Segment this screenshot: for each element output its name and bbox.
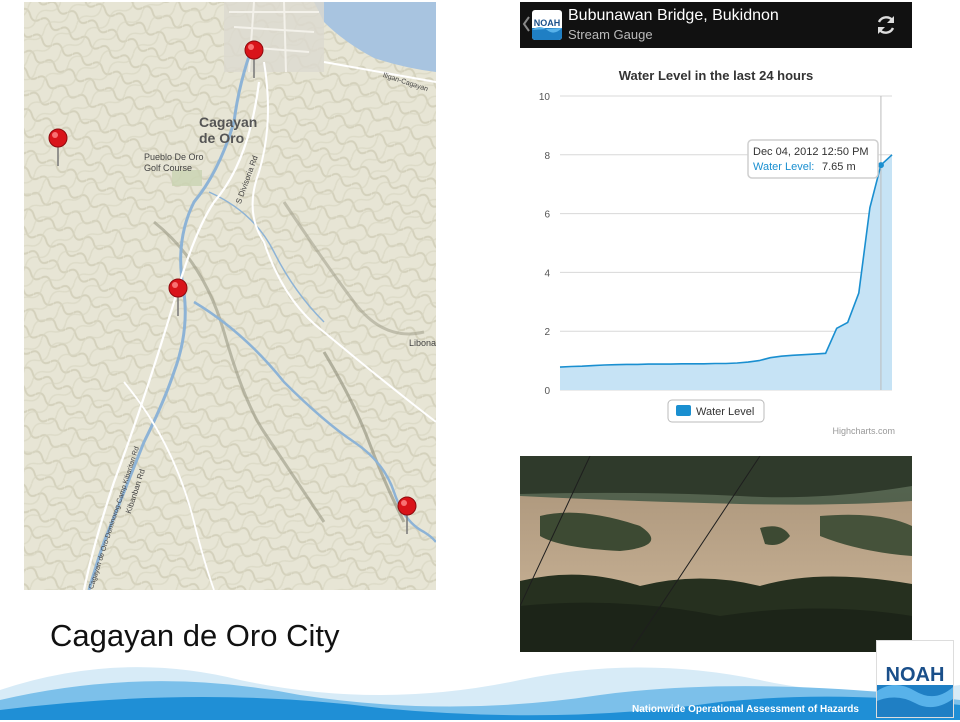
y-axis-ticks: 0 2 4 6 8 10	[539, 92, 551, 397]
y-tick-label: 8	[544, 151, 550, 162]
y-tick-label: 6	[544, 210, 550, 221]
city-label-line2: de Oro	[199, 130, 245, 146]
footer-tagline: Nationwide Operational Assessment of Haz…	[632, 704, 859, 715]
city-label-line1: Cagayan	[199, 114, 258, 130]
golf-label-line2: Golf Course	[144, 163, 193, 173]
tooltip-label: Water Level:	[753, 161, 814, 173]
noah-app-logo: NOAH	[532, 10, 562, 40]
tooltip-date: Dec 04, 2012 12:50 PM	[753, 146, 869, 158]
map-pin-icon[interactable]	[244, 40, 264, 78]
city-label: Cagayan de Oro	[199, 114, 257, 146]
y-tick-label: 2	[544, 327, 550, 338]
map-pin-icon[interactable]	[48, 128, 68, 166]
map-pin-icon[interactable]	[168, 278, 188, 316]
y-tick-label: 10	[539, 92, 551, 103]
chart-title: Water Level in the last 24 hours	[618, 68, 814, 83]
hover-point-marker	[877, 162, 884, 169]
golf-course-label: Pueblo De Oro Golf Course	[144, 152, 204, 174]
station-title: Bubunawan Bridge, Bukidnon	[568, 7, 779, 24]
legend-label: Water Level	[696, 406, 754, 418]
terrain-map	[24, 2, 436, 590]
chevron-left-icon[interactable]	[522, 16, 530, 32]
svg-text:NOAH: NOAH	[534, 18, 561, 28]
noah-logo-text: NOAH	[886, 664, 945, 686]
chart-credit[interactable]: Highcharts.com	[832, 426, 895, 436]
map-panel[interactable]: Cagayan de Oro Pueblo De Oro Golf Course…	[24, 2, 436, 590]
map-pin-icon[interactable]	[397, 496, 417, 534]
golf-label-line1: Pueblo De Oro	[144, 152, 204, 162]
tooltip-value: 7.65 m	[822, 161, 856, 173]
y-tick-label: 0	[544, 386, 550, 397]
station-subtitle: Stream Gauge	[568, 27, 653, 42]
libona-label: Libona	[409, 338, 436, 348]
legend-swatch	[676, 405, 691, 416]
chart-legend[interactable]: Water Level	[667, 399, 765, 423]
chart-tooltip: Dec 04, 2012 12:50 PM Water Level: 7.65 …	[747, 139, 879, 179]
refresh-icon[interactable]	[874, 13, 898, 37]
app-screen: NOAH Bubunawan Bridge, Bukidnon Stream G…	[520, 2, 912, 440]
flood-photo	[520, 456, 912, 652]
app-header: NOAH Bubunawan Bridge, Bukidnon Stream G…	[520, 2, 912, 48]
water-level-chart[interactable]: 0 2 4 6 8 10 Dec 04, 2012 12:50 PM Water Leve…	[520, 82, 912, 440]
noah-logo: NOAH	[876, 640, 954, 718]
y-tick-label: 4	[544, 268, 550, 279]
